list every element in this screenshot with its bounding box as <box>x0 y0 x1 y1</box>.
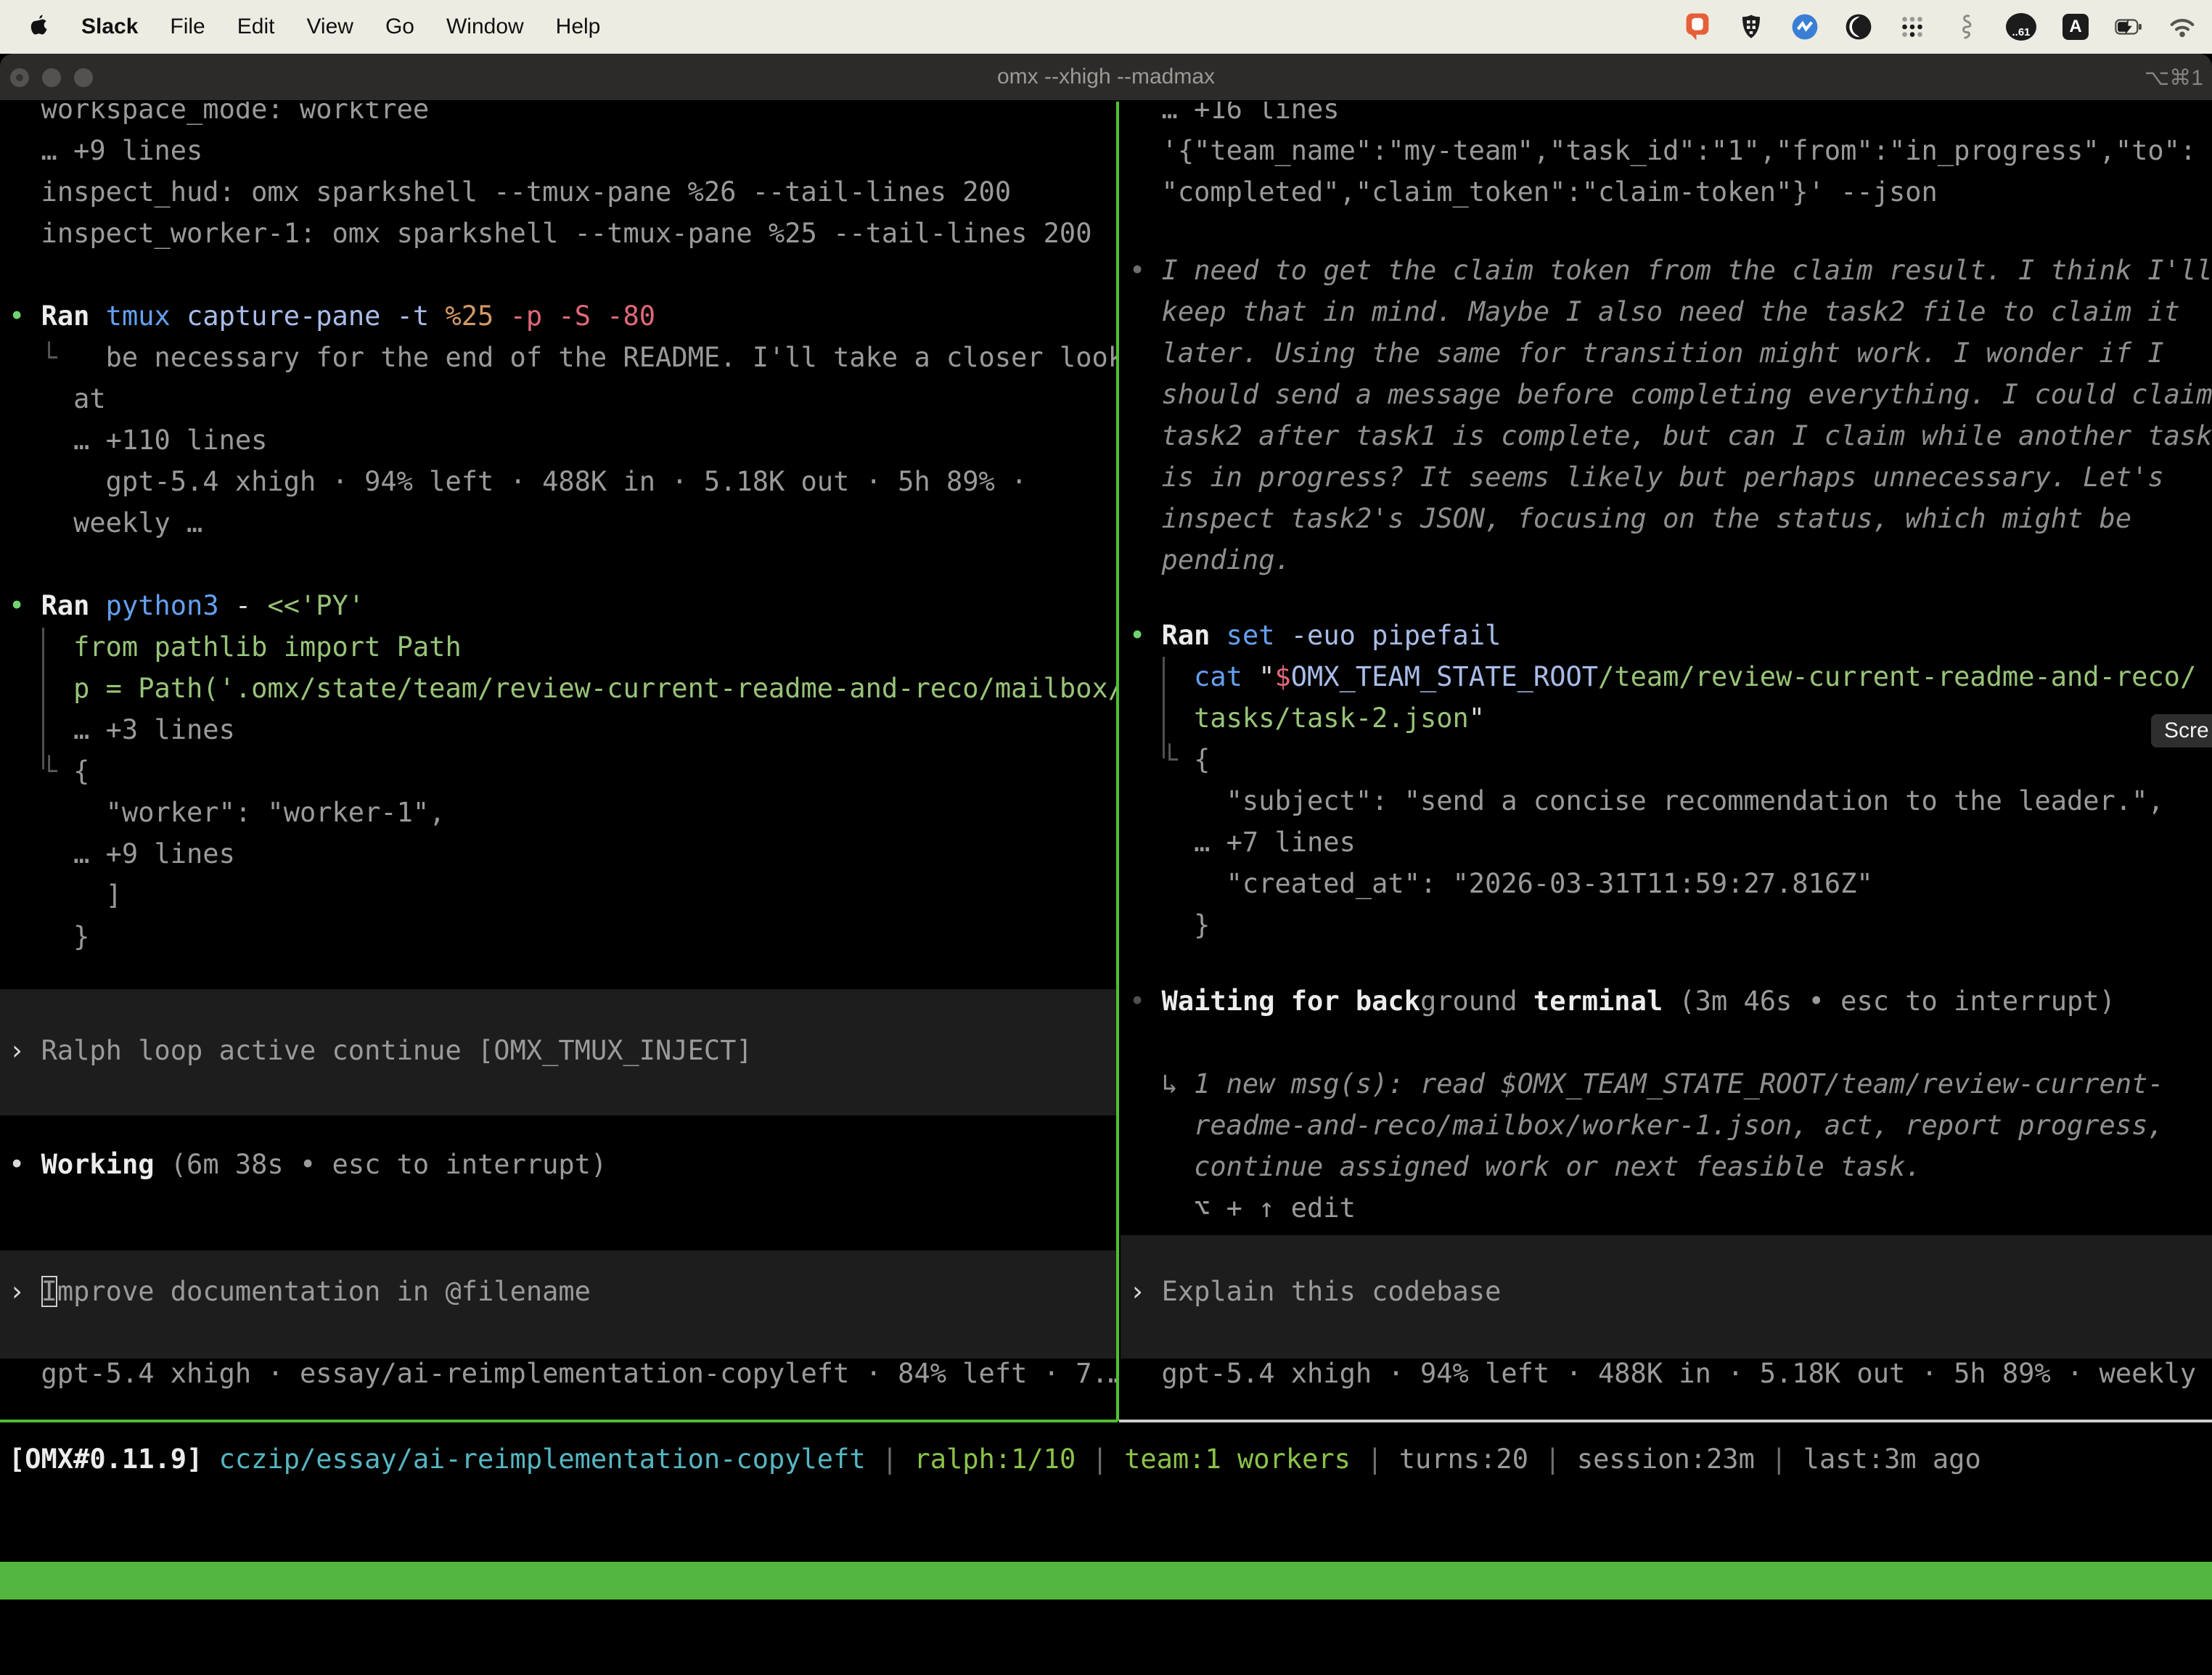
shield-grid-icon[interactable] <box>1737 13 1765 41</box>
tmux-session-label: [omx-cczip0:bash* <box>3 1600 278 1637</box>
tree-guide-line <box>42 628 44 769</box>
window-minimize-button[interactable] <box>42 68 61 87</box>
waiting-status-block: • Waiting for background terminal (3m 46… <box>1121 980 2212 1229</box>
menu-help[interactable]: Help <box>556 15 601 39</box>
right-pane: … +16 lines '{"team_name":"my-team","tas… <box>1121 102 2212 1421</box>
stats-badge-icon[interactable] <box>1791 13 1819 41</box>
window-titlebar: omx --xhigh --madmax ⌥⌘1 <box>0 54 2212 102</box>
pane-bottom-border-inactive <box>1119 1420 2212 1422</box>
apple-icon[interactable] <box>28 15 49 39</box>
keyboard-layout-icon[interactable]: A <box>2063 14 2089 40</box>
moon-app-icon[interactable] <box>1845 13 1872 41</box>
menu-slack[interactable]: Slack <box>81 15 138 39</box>
prompt-input-right[interactable]: › Explain this codebase <box>1121 1235 2212 1359</box>
thinking-block: • I need to get the claim token from the… <box>1121 250 2212 581</box>
right-pane-log-top: … +16 lines '{"team_name":"my-team","tas… <box>1121 102 2212 213</box>
usage-badge-icon[interactable]: ..61 <box>2006 13 2036 41</box>
window-shortcut-hint: ⌥⌘1 <box>2145 54 2203 102</box>
omx-status-line: [OMX#0.11.9] cczip/essay/ai-reimplementa… <box>0 1438 2212 1480</box>
ran-command-block: • Ran set -euo pipefail cat "$OMX_TEAM_S… <box>1121 615 2212 946</box>
chat-app-icon[interactable] <box>1684 13 1711 41</box>
window-zoom-button[interactable] <box>74 68 93 87</box>
squiggle-icon[interactable] <box>1952 13 1980 41</box>
tmux-host-clock: "MacBook-Pro-44.local" 05:03 31-Mar-26 <box>1595 1637 2209 1675</box>
dots-grid-icon[interactable] <box>1898 13 1926 41</box>
menu-view[interactable]: View <box>306 15 353 39</box>
window-title: omx --xhigh --madmax <box>997 65 1215 89</box>
menu-window[interactable]: Window <box>446 15 524 39</box>
menu-file[interactable]: File <box>170 15 205 39</box>
menu-edit[interactable]: Edit <box>237 15 275 39</box>
window-close-button[interactable] <box>10 68 29 87</box>
left-pane-model-status: gpt-5.4 xhigh · essay/ai-reimplementatio… <box>0 1353 1116 1394</box>
inject-banner: › Ralph loop active continue [OMX_TMUX_I… <box>0 989 1116 1115</box>
menu-status-icons: ..61 A <box>1684 13 2212 41</box>
working-status-line: • Working (6m 38s • esc to interrupt) <box>0 1144 1116 1185</box>
prompt-input-left[interactable]: › Improve documentation in @filename <box>0 1250 1116 1359</box>
tmux-status-bar: [omx-cczip0:bash* "MacBook-Pro-44.local"… <box>0 1562 2212 1600</box>
menu-bar: Slack File Edit View Go Window Help <box>0 0 2212 54</box>
battery-charging-icon[interactable] <box>2115 13 2142 41</box>
left-pane-log: workspace_mode: worktree … +9 lines insp… <box>0 102 1116 957</box>
prompt-input-right-text: › Explain this codebase <box>1121 1271 2212 1312</box>
tooltip: Scre <box>2151 714 2212 748</box>
wifi-icon[interactable] <box>2168 13 2196 41</box>
inject-banner-line: › Ralph loop active continue [OMX_TMUX_I… <box>0 1030 1116 1071</box>
prompt-input-left-text: › Improve documentation in @filename <box>0 1271 1116 1312</box>
left-pane: workspace_mode: worktree … +9 lines insp… <box>0 102 1116 1421</box>
menu-items: Slack File Edit View Go Window Help <box>0 15 600 39</box>
screen: { "colors": { "menubar_bg": "#edece3", "… <box>0 0 2212 1620</box>
pane-divider[interactable] <box>1116 102 1119 1421</box>
right-pane-model-status: gpt-5.4 xhigh · 94% left · 488K in · 5.1… <box>1121 1353 2212 1394</box>
menu-go[interactable]: Go <box>385 15 414 39</box>
pane-bottom-border-active <box>0 1420 1118 1422</box>
